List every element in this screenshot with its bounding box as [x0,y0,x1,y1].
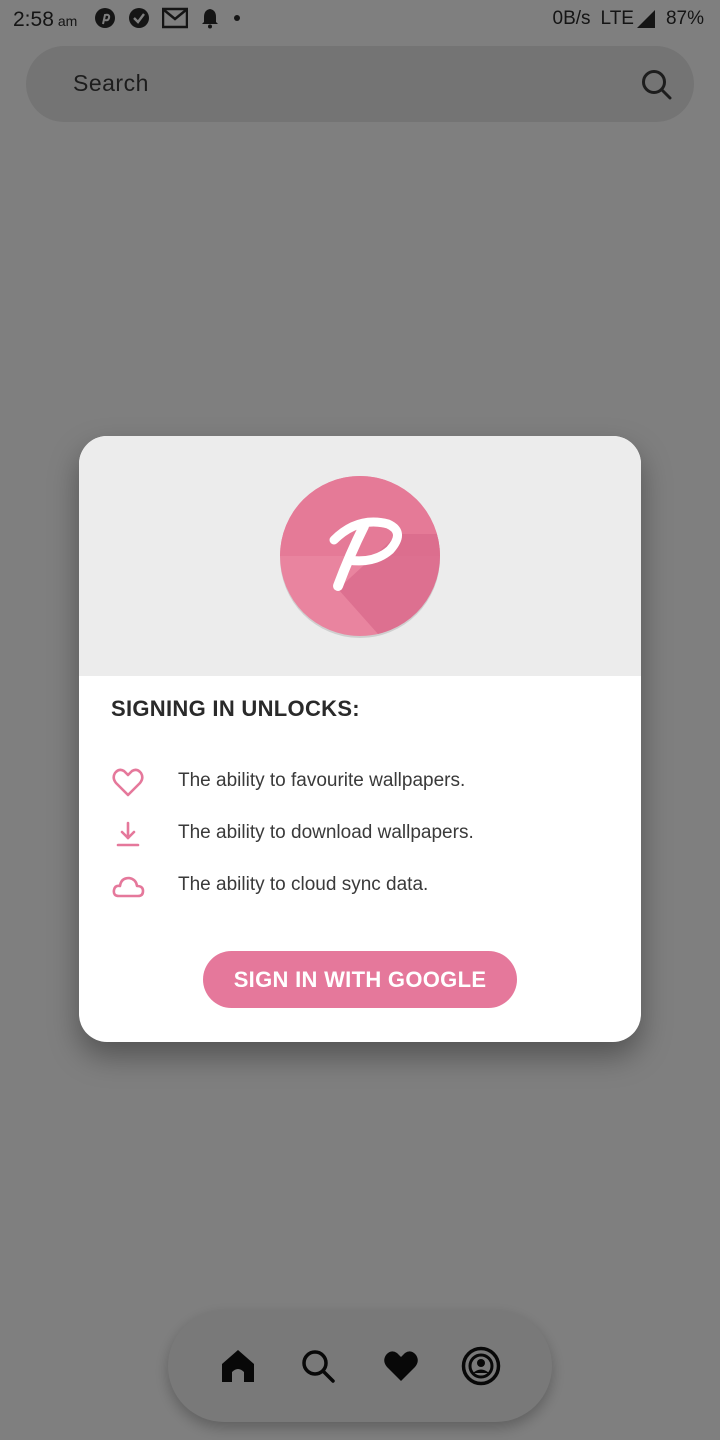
feature-text: The ability to download wallpapers. [178,822,474,843]
cloud-icon [112,876,145,898]
feature-text: The ability to favourite wallpapers. [178,770,466,791]
feature-cloud-sync: The ability to cloud sync data. [111,870,611,910]
sign-in-with-google-button[interactable]: SIGN IN WITH GOOGLE [203,951,517,1008]
feature-text: The ability to cloud sync data. [178,874,429,895]
dialog-title: SIGNING IN UNLOCKS: [111,696,360,721]
app-logo [280,476,440,638]
feature-favourite: The ability to favourite wallpapers. [111,766,611,806]
feature-download: The ability to download wallpapers. [111,818,611,858]
download-icon [116,821,140,847]
heart-outline-icon [112,768,144,797]
sign-in-dialog: SIGNING IN UNLOCKS: The ability to favou… [79,436,641,1042]
dialog-header [79,436,641,676]
